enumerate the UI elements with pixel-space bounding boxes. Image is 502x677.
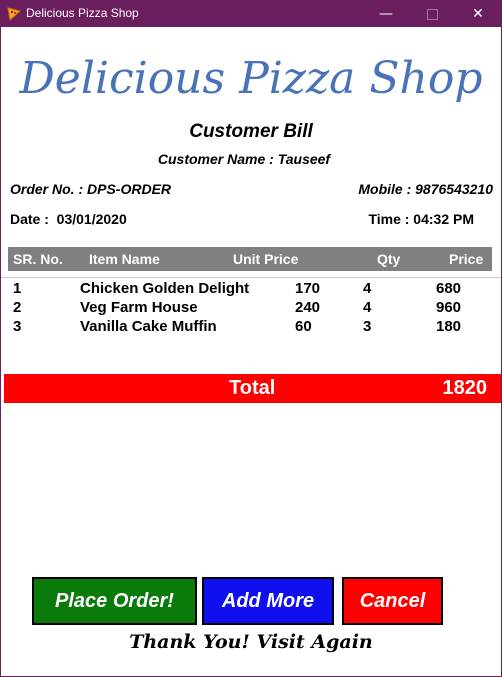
window-title: Delicious Pizza Shop [26, 6, 139, 20]
row-price: 680 [436, 280, 462, 297]
order-number: Order No. : DPS-ORDER [10, 181, 172, 197]
close-button[interactable]: ✕ [455, 1, 501, 27]
pizza-slice-icon [7, 7, 21, 21]
row-sr-no: 1 [13, 280, 22, 297]
row-item-name: Vanilla Cake Muffin [80, 318, 217, 335]
thank-you-message: Thank You! Visit Again [129, 631, 373, 653]
row-qty: 4 [363, 299, 372, 316]
customer-name: Customer Name : Tauseef [157, 151, 331, 167]
close-icon: ✕ [472, 6, 484, 22]
header-unit-price: Unit Price [233, 251, 299, 267]
header-qty: Qty [377, 251, 401, 267]
shop-name: Delicious Pizza Shop [19, 53, 483, 104]
app-window: Delicious Pizza Shop — ✕ Delicious Pizza… [0, 0, 502, 677]
row-sr-no: 3 [13, 318, 22, 335]
minimize-button[interactable]: — [363, 1, 409, 27]
cancel-button[interactable]: Cancel [342, 577, 443, 625]
table-header: SR. No. Item Name Unit Price Qty Price [8, 247, 492, 271]
maximize-icon [426, 9, 438, 20]
row-item-name: Chicken Golden Delight [80, 280, 250, 297]
total-bar: Total 1820 [4, 374, 501, 403]
table-divider [1, 277, 501, 278]
bill-time: Time : 04:32 PM [368, 211, 474, 227]
place-order-button[interactable]: Place Order! [32, 577, 197, 625]
bill-heading: Customer Bill [189, 121, 313, 142]
row-item-name: Veg Farm House [80, 299, 198, 316]
row-sr-no: 2 [13, 299, 22, 316]
header-item-name: Item Name [89, 251, 160, 267]
minimize-icon: — [379, 6, 393, 22]
row-qty: 3 [363, 318, 372, 335]
add-more-button[interactable]: Add More [202, 577, 334, 625]
header-sr-no: SR. No. [13, 251, 63, 267]
total-label: Total [229, 377, 276, 399]
row-price: 960 [436, 299, 462, 316]
table-row: 1 Chicken Golden Delight 170 4 680 [1, 280, 501, 299]
row-unit-price: 170 [295, 280, 321, 297]
bill-date: Date : 03/01/2020 [10, 211, 127, 227]
table-row: 3 Vanilla Cake Muffin 60 3 180 [1, 318, 501, 337]
maximize-button [409, 1, 455, 27]
header-price: Price [449, 251, 484, 267]
row-unit-price: 240 [295, 299, 321, 316]
total-value: 1820 [442, 377, 488, 399]
row-unit-price: 60 [295, 318, 312, 335]
row-price: 180 [436, 318, 462, 335]
row-qty: 4 [363, 280, 372, 297]
title-bar[interactable]: Delicious Pizza Shop — ✕ [1, 1, 501, 27]
table-row: 2 Veg Farm House 240 4 960 [1, 299, 501, 318]
mobile-number: Mobile : 9876543210 [358, 181, 493, 197]
